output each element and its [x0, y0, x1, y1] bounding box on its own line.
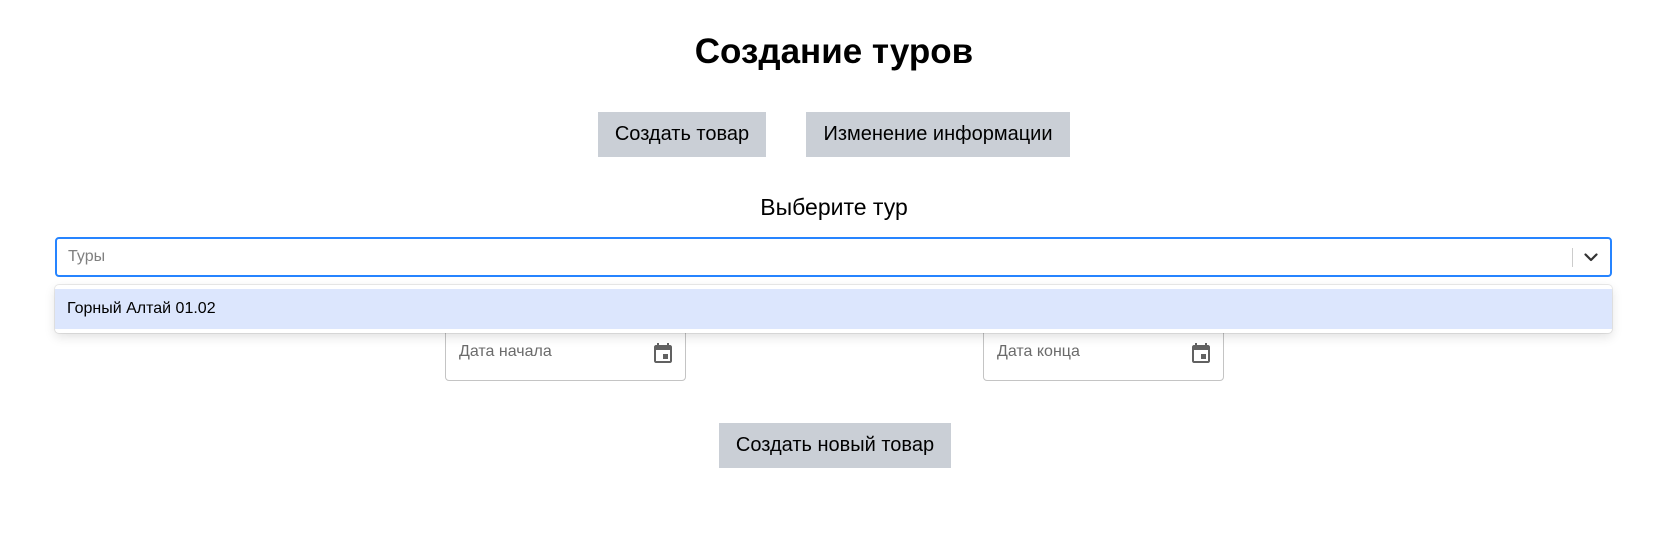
select-tour-label: Выберите тур	[760, 194, 908, 220]
calendar-icon[interactable]	[651, 341, 675, 365]
tour-option[interactable]: Горный Алтай 01.02	[55, 289, 1612, 329]
calendar-icon[interactable]	[1189, 341, 1213, 365]
tour-dropdown-menu: Горный Алтай 01.02	[55, 285, 1612, 333]
top-button-group: Создать товар Изменение информации	[0, 112, 1668, 157]
tour-select-placeholder: Туры	[68, 248, 106, 265]
tour-select[interactable]: Туры	[55, 237, 1612, 277]
create-product-button[interactable]: Создать товар	[598, 112, 766, 157]
chevron-down-icon[interactable]	[1578, 243, 1604, 271]
select-indicator-separator	[1572, 248, 1573, 267]
edit-info-button[interactable]: Изменение информации	[806, 112, 1070, 157]
page-title: Создание туров	[694, 32, 974, 71]
end-date-placeholder: Дата конца	[997, 343, 1080, 360]
create-new-product-button[interactable]: Создать новый товар	[719, 423, 951, 468]
start-date-placeholder: Дата начала	[459, 343, 552, 360]
